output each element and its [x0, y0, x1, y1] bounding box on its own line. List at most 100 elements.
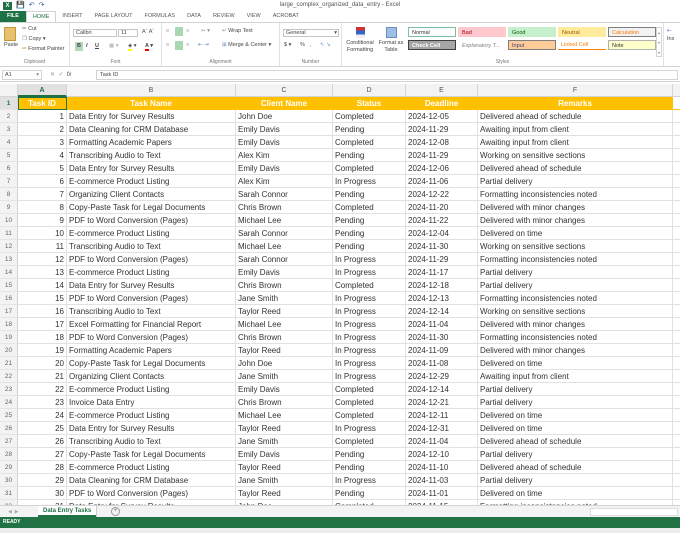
cell-e25[interactable]: 2024-12-11	[406, 409, 478, 422]
cell-style-good[interactable]: Good	[508, 27, 556, 37]
font-color-icon[interactable]: A ▾	[145, 42, 153, 51]
cell-d5[interactable]: Pending	[333, 149, 406, 162]
cell-b24[interactable]: Invoice Data Entry	[67, 396, 236, 409]
cell-b29[interactable]: E-commerce Product Listing	[67, 461, 236, 474]
cell-g11[interactable]	[673, 227, 680, 240]
cell-d9[interactable]: Completed	[333, 201, 406, 214]
font-name-select[interactable]: Calibri	[73, 29, 117, 37]
cell-b5[interactable]: Transcribing Audio to Text	[67, 149, 236, 162]
cell-g16[interactable]	[673, 292, 680, 305]
cell-d20[interactable]: In Progress	[333, 344, 406, 357]
merge-center-button[interactable]: ⊞ Merge & Center ▾	[222, 42, 271, 48]
cell-e9[interactable]: 2024-11-20	[406, 201, 478, 214]
column-header-g[interactable]	[673, 84, 680, 97]
cell-g26[interactable]	[673, 422, 680, 435]
tab-data[interactable]: DATA	[181, 11, 207, 22]
cell-d16[interactable]: In Progress	[333, 292, 406, 305]
cell-e29[interactable]: 2024-11-10	[406, 461, 478, 474]
decimal-icons[interactable]: ↖ ↘	[320, 42, 331, 48]
cell-g18[interactable]	[673, 318, 680, 331]
cell-style-explanatory-t[interactable]: Explanatory T...	[458, 40, 506, 50]
cell-a28[interactable]: 27	[18, 448, 67, 461]
cell-g21[interactable]	[673, 357, 680, 370]
currency-button[interactable]: $ ▾	[284, 42, 291, 48]
cell-f12[interactable]: Working on sensitive sections	[478, 240, 673, 253]
cell-c24[interactable]: Chris Brown	[236, 396, 333, 409]
cell-a13[interactable]: 12	[18, 253, 67, 266]
cell-g9[interactable]	[673, 201, 680, 214]
cell-e19[interactable]: 2024-11-30	[406, 331, 478, 344]
cell-g24[interactable]	[673, 396, 680, 409]
row-header[interactable]: 23	[0, 383, 18, 396]
cell-b4[interactable]: Formatting Academic Papers	[67, 136, 236, 149]
cell-e30[interactable]: 2024-11-03	[406, 474, 478, 487]
cell-b31[interactable]: PDF to Word Conversion (Pages)	[67, 487, 236, 500]
cell-d26[interactable]: In Progress	[333, 422, 406, 435]
enter-icon[interactable]: ✓	[58, 72, 63, 78]
cell-a19[interactable]: 18	[18, 331, 67, 344]
cell-c23[interactable]: Emily Davis	[236, 383, 333, 396]
cell-c6[interactable]: Emily Davis	[236, 162, 333, 175]
align-middle-icon[interactable]	[175, 27, 183, 36]
cell-f10[interactable]: Delivered with minor changes	[478, 214, 673, 227]
cell-e23[interactable]: 2024-12-14	[406, 383, 478, 396]
cell-b19[interactable]: PDF to Word Conversion (Pages)	[67, 331, 236, 344]
cell-a15[interactable]: 14	[18, 279, 67, 292]
cell-c7[interactable]: Alex Kim	[236, 175, 333, 188]
cell-e26[interactable]: 2024-12-31	[406, 422, 478, 435]
grow-shrink-font-buttons[interactable]: Aˆ Aˇ	[142, 29, 154, 35]
cell-f21[interactable]: Delivered on time	[478, 357, 673, 370]
underline-button[interactable]: U	[95, 42, 99, 51]
cell-b14[interactable]: E-commerce Product Listing	[67, 266, 236, 279]
align-bottom-icon[interactable]: ≡	[186, 28, 189, 34]
cell-d15[interactable]: Completed	[333, 279, 406, 292]
cell-f22[interactable]: Awaiting input from client	[478, 370, 673, 383]
cell-f8[interactable]: Formatting inconsistencies noted	[478, 188, 673, 201]
cell-f13[interactable]: Formatting inconsistencies noted	[478, 253, 673, 266]
format-as-table-button[interactable]: Format as Table	[378, 27, 404, 54]
cell-e15[interactable]: 2024-12-18	[406, 279, 478, 292]
cell-e22[interactable]: 2024-12-29	[406, 370, 478, 383]
cell-a6[interactable]: 5	[18, 162, 67, 175]
cell-e6[interactable]: 2024-12-06	[406, 162, 478, 175]
cell-g14[interactable]	[673, 266, 680, 279]
cell-f3[interactable]: Awaiting input from client	[478, 123, 673, 136]
gallery-scroll[interactable]: ▴ ▾ ▾	[656, 27, 662, 57]
cell-b28[interactable]: Copy-Paste Task for Legal Documents	[67, 448, 236, 461]
row-header[interactable]: 15	[0, 279, 18, 292]
row-header[interactable]: 13	[0, 253, 18, 266]
row-header[interactable]: 11	[0, 227, 18, 240]
tab-page-layout[interactable]: PAGE LAYOUT	[89, 11, 139, 22]
cell-g12[interactable]	[673, 240, 680, 253]
cell-f29[interactable]: Delivered ahead of schedule	[478, 461, 673, 474]
cell-b27[interactable]: Transcribing Audio to Text	[67, 435, 236, 448]
cell-g30[interactable]	[673, 474, 680, 487]
cell-g15[interactable]	[673, 279, 680, 292]
cell-a21[interactable]: 20	[18, 357, 67, 370]
cell-c29[interactable]: Taylor Reed	[236, 461, 333, 474]
percent-button[interactable]: %	[300, 42, 305, 48]
cell-g7[interactable]	[673, 175, 680, 188]
cell-a29[interactable]: 28	[18, 461, 67, 474]
cell-a2[interactable]: 1	[18, 110, 67, 123]
cell-a3[interactable]: 2	[18, 123, 67, 136]
cell-b25[interactable]: E-commerce Product Listing	[67, 409, 236, 422]
cell-f6[interactable]: Delivered ahead of schedule	[478, 162, 673, 175]
cell-e21[interactable]: 2024-11-08	[406, 357, 478, 370]
cut-button[interactable]: ✂ Cut	[22, 26, 37, 32]
cell-c17[interactable]: Taylor Reed	[236, 305, 333, 318]
format-painter-button[interactable]: ✑ Format Painter	[22, 46, 65, 52]
cell-d18[interactable]: In Progress	[333, 318, 406, 331]
cell-a25[interactable]: 24	[18, 409, 67, 422]
cell-e17[interactable]: 2024-12-14	[406, 305, 478, 318]
tab-home[interactable]: HOME	[25, 11, 57, 22]
cancel-icon[interactable]: ✕	[50, 72, 55, 78]
cell-d4[interactable]: Completed	[333, 136, 406, 149]
font-size-select[interactable]: 11	[118, 29, 138, 37]
cell-c10[interactable]: Michael Lee	[236, 214, 333, 227]
cell-b26[interactable]: Data Entry for Survey Results	[67, 422, 236, 435]
cell-f31[interactable]: Delivered on time	[478, 487, 673, 500]
column-header-e[interactable]: E	[406, 84, 478, 97]
cell-d22[interactable]: In Progress	[333, 370, 406, 383]
cell-b13[interactable]: PDF to Word Conversion (Pages)	[67, 253, 236, 266]
